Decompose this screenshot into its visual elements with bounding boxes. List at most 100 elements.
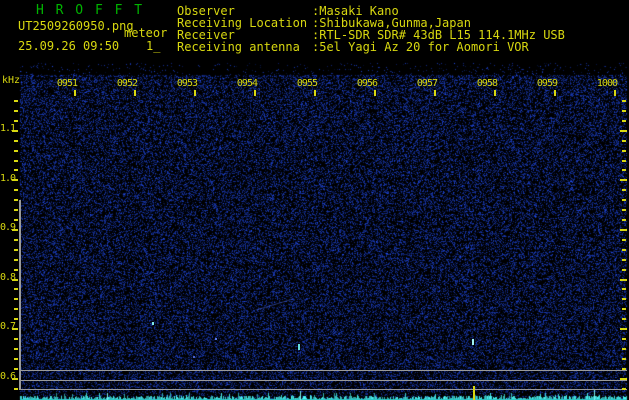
observation-name: meteor [124,26,168,40]
freq-tick-right [622,100,626,102]
freq-tick-left [14,348,18,350]
freq-tick-left [14,120,18,122]
app-title: H R O F F T [36,3,145,18]
time-label-0951: 0951 [56,78,78,89]
time-tick [374,90,376,96]
freq-tick-right [622,120,626,122]
time-label-0955: 0955 [296,78,318,89]
time-tick [254,90,256,96]
freq-tick-left [14,189,18,191]
freq-tick-right [622,110,626,112]
output-filename: UT2509260950.png [18,19,134,33]
freq-tick-right [622,358,626,360]
time-tick [314,90,316,96]
echo-detection-line [473,386,475,400]
freq-tick-right [622,288,626,290]
freq-tick-right [622,140,626,142]
plot-left-border-line [19,200,21,390]
freq-tick-left [14,160,18,162]
time-label-0957: 0957 [416,78,438,89]
freq-tick-right [622,338,626,340]
time-tick [134,90,136,96]
time-label-0958: 0958 [476,78,498,89]
freq-tick-right [622,219,626,221]
freq-tick-left [14,209,18,211]
freq-tick-right [622,348,626,350]
time-tick [434,90,436,96]
freq-tick-left [14,140,18,142]
freq-tick-right [620,179,627,181]
freq-label-1-0: 1.0 [0,173,16,184]
time-tick [194,90,196,96]
freq-tick-right [620,229,627,231]
freq-tick-left [14,358,18,360]
time-label-1000: 1000 [596,78,618,89]
freq-tick-left [14,169,18,171]
field-value-antenna: :5el Yagi Az 20 for Aomori VOR [312,40,529,54]
freq-tick-right [622,199,626,201]
freq-tick-left [14,259,18,261]
freq-tick-right [622,368,626,370]
field-label-antenna: Receiving antenna [177,40,300,54]
freq-tick-left [14,288,18,290]
freq-label-1-1: 1.1 [0,123,16,134]
meteor-echo-mark [193,356,195,358]
level-reference-line-lower [20,389,627,390]
freq-tick-left [14,269,18,271]
time-tick [614,90,616,96]
freq-tick-right [622,318,626,320]
echo-counter: 1_ [146,39,161,53]
freq-tick-right [622,298,626,300]
time-tick [554,90,556,96]
time-label-0953: 0953 [176,78,198,89]
level-reference-line-upper [20,370,627,371]
freq-tick-right [622,189,626,191]
freq-tick-left [14,298,18,300]
freq-tick-left [14,239,18,241]
spectrogram-noise-canvas [0,0,629,400]
freq-tick-left [14,388,18,390]
freq-tick-right [620,279,627,281]
freq-label-0-8: 0.8 [0,272,16,283]
freq-tick-left [14,318,18,320]
freq-tick-right [622,160,626,162]
freq-tick-left [14,199,18,201]
time-label-0952: 0952 [116,78,138,89]
freq-tick-right [622,150,626,152]
date-time: 25.09.26 09:50 [18,39,120,53]
time-label-0956: 0956 [356,78,378,89]
freq-tick-right [622,388,626,390]
meteor-echo-mark [298,344,300,350]
freq-tick-left [14,338,18,340]
freq-tick-right [622,169,626,171]
freq-tick-right [622,269,626,271]
freq-tick-right [622,249,626,251]
freq-tick-left [14,100,18,102]
freq-label-0-9: 0.9 [0,222,16,233]
meteor-echo-mark [215,338,217,340]
freq-tick-right [622,239,626,241]
time-tick [74,90,76,96]
freq-tick-right [622,308,626,310]
freq-tick-right [620,378,627,380]
time-tick [494,90,496,96]
freq-tick-right [620,328,627,330]
freq-tick-left [14,308,18,310]
meteor-echo-mark [472,339,474,345]
freq-axis-unit: kHz [2,75,21,86]
freq-tick-right [622,209,626,211]
level-reference-line-middle [20,380,627,381]
freq-tick-left [14,368,18,370]
hrofft-output: H R O F F T UT2509260950.png meteor 25.0… [0,0,629,400]
freq-label-0-7: 0.7 [0,321,16,332]
freq-tick-right [620,130,627,132]
freq-tick-left [14,249,18,251]
time-label-0959: 0959 [536,78,558,89]
freq-tick-left [14,150,18,152]
freq-tick-right [622,259,626,261]
freq-label-0-6: 0.6 [0,371,16,382]
time-label-0954: 0954 [236,78,258,89]
freq-tick-left [14,219,18,221]
meteor-echo-mark [152,322,154,325]
freq-tick-left [14,110,18,112]
